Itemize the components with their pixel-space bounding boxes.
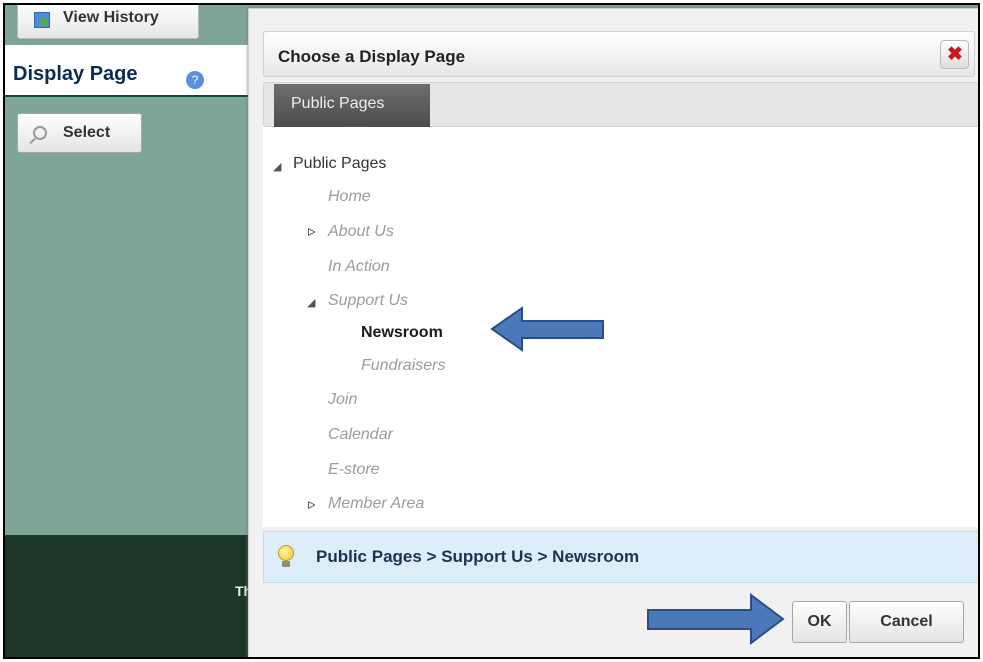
screenshot-frame: Th View History Display Page ? Select Ch… xyxy=(3,3,980,659)
annotation-arrows xyxy=(490,306,785,645)
arrow-to-ok-button xyxy=(647,593,785,645)
arrow-to-newsroom xyxy=(490,306,604,352)
